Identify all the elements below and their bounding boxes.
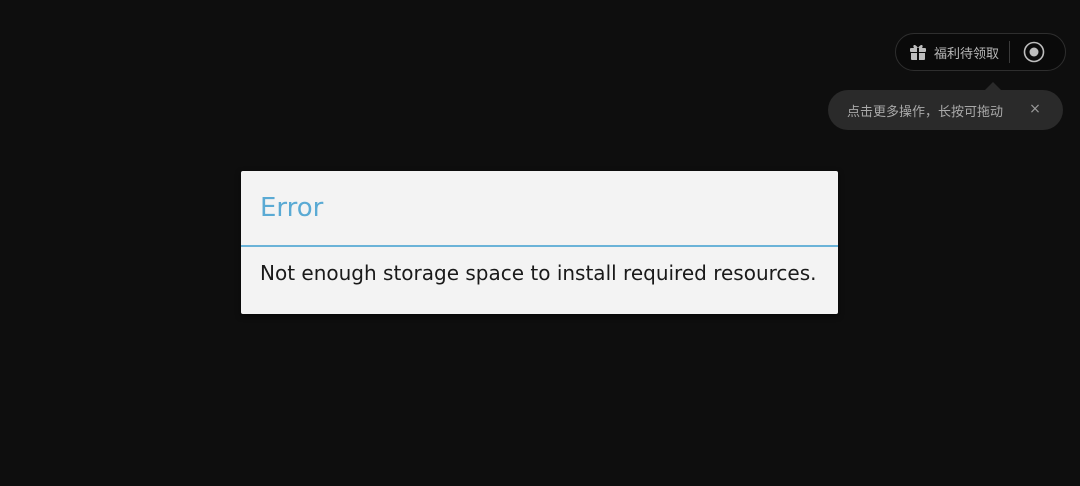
welfare-floating-button[interactable]: 福利待领取 xyxy=(895,33,1066,71)
error-dialog: Error Not enough storage space to instal… xyxy=(241,171,838,314)
tooltip-close-icon[interactable]: × xyxy=(1027,101,1043,117)
dialog-message: Not enough storage space to install requ… xyxy=(260,261,817,285)
tooltip-text: 点击更多操作，长按可拖动 xyxy=(847,104,1004,120)
app-screen: 福利待领取 点击更多操作，长按可拖动 × Error Not enough st… xyxy=(0,0,1080,486)
hint-tooltip: 点击更多操作，长按可拖动 × xyxy=(828,90,1063,130)
tooltip-arrow xyxy=(985,82,1001,90)
gift-icon xyxy=(908,42,928,62)
dialog-title-divider xyxy=(241,245,838,247)
pill-divider xyxy=(1009,41,1011,63)
dialog-title: Error xyxy=(260,193,324,223)
welfare-label: 福利待领取 xyxy=(934,46,1000,62)
target-circle-icon[interactable] xyxy=(1022,40,1046,64)
